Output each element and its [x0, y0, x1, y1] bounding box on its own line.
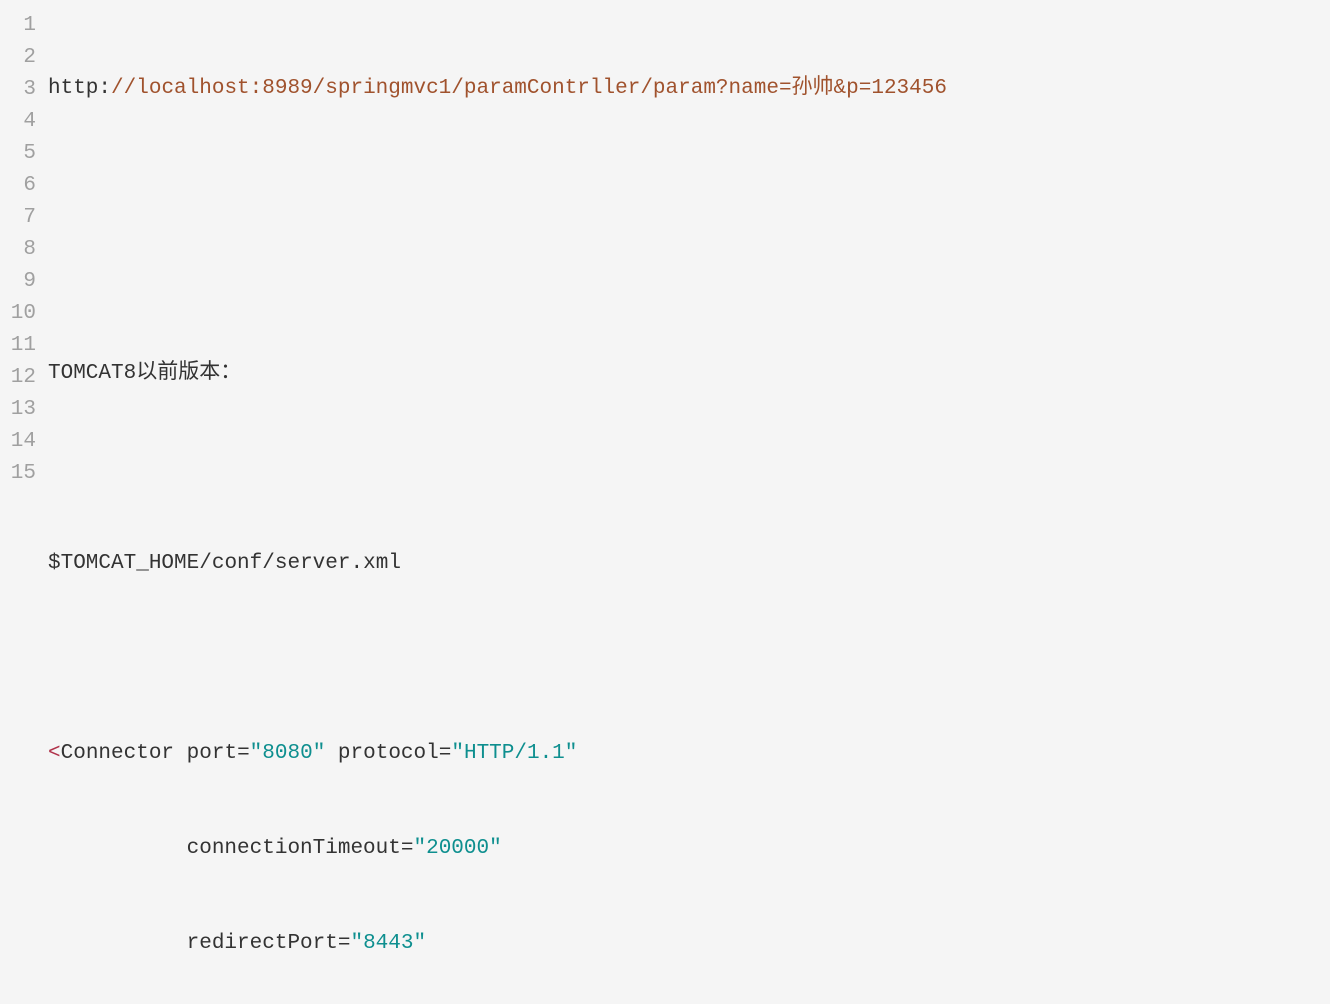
- token-quote: ": [250, 742, 263, 765]
- token-quote: ": [313, 742, 326, 765]
- code-line: [48, 643, 1330, 675]
- token-attr-value: 8443: [363, 932, 413, 955]
- line-number: 2: [0, 42, 36, 74]
- code-line: $TOMCAT_HOME/conf/server.xml: [48, 548, 1330, 580]
- line-number: 3: [0, 74, 36, 106]
- token-attr-name: connectionTimeout: [187, 837, 401, 860]
- line-number: 4: [0, 106, 36, 138]
- code-line: [48, 263, 1330, 295]
- token-eq: =: [439, 742, 452, 765]
- token-variable: $TOMCAT_HOME: [48, 552, 199, 575]
- line-number: 7: [0, 202, 36, 234]
- line-number: 1: [0, 10, 36, 42]
- token-eq: =: [237, 742, 250, 765]
- token-attr-name: redirectPort: [187, 932, 338, 955]
- token-quote: ": [451, 742, 464, 765]
- token-quote: ": [489, 837, 502, 860]
- line-number: 10: [0, 298, 36, 330]
- code-line: connectionTimeout="20000": [48, 833, 1330, 865]
- line-number: 12: [0, 362, 36, 394]
- token-colon: :: [98, 77, 111, 100]
- line-number: 6: [0, 170, 36, 202]
- line-number: 14: [0, 426, 36, 458]
- line-number: 9: [0, 266, 36, 298]
- token-attr-value: 8080: [262, 742, 312, 765]
- token-dot: .: [351, 552, 364, 575]
- token-indent: [48, 932, 187, 955]
- token-attr-name: protocol: [338, 742, 439, 765]
- line-number: 15: [0, 458, 36, 490]
- token-space: [325, 742, 338, 765]
- line-number: 5: [0, 138, 36, 170]
- token-quote: ": [413, 837, 426, 860]
- code-line: redirectPort="8443": [48, 928, 1330, 960]
- code-line: [48, 453, 1330, 485]
- token-scheme: http: [48, 77, 98, 100]
- token-attr-value: HTTP/1.1: [464, 742, 565, 765]
- token-quote: ": [350, 932, 363, 955]
- token-space: [174, 742, 187, 765]
- token-eq: =: [338, 932, 351, 955]
- code-line: <Connector port="8080" protocol="HTTP/1.…: [48, 738, 1330, 770]
- line-number-gutter: 1 2 3 4 5 6 7 8 9 10 11 12 13 14 15: [0, 10, 48, 1004]
- token-path-seg: conf: [212, 552, 262, 575]
- line-number: 13: [0, 394, 36, 426]
- token-url-path: //localhost:8989/springmvc1/paramContrll…: [111, 77, 947, 100]
- token-eq: =: [401, 837, 414, 860]
- token-path-seg: server: [275, 552, 351, 575]
- token-text: TOMCAT8以前版本：: [48, 362, 241, 385]
- code-content: http://localhost:8989/springmvc1/paramCo…: [48, 10, 1330, 1004]
- token-indent: [48, 837, 187, 860]
- token-sep: /: [199, 552, 212, 575]
- token-attr-name: port: [187, 742, 237, 765]
- token-sep: /: [262, 552, 275, 575]
- token-tag-open: <: [48, 742, 61, 765]
- line-number: 11: [0, 330, 36, 362]
- token-attr-value: 20000: [426, 837, 489, 860]
- code-line: http://localhost:8989/springmvc1/paramCo…: [48, 73, 1330, 105]
- line-number: 8: [0, 234, 36, 266]
- token-tag-name: Connector: [61, 742, 174, 765]
- token-ext: xml: [363, 552, 401, 575]
- code-line: [48, 168, 1330, 200]
- code-line: TOMCAT8以前版本：: [48, 358, 1330, 390]
- token-quote: ": [565, 742, 578, 765]
- token-quote: ": [414, 932, 427, 955]
- code-block: 1 2 3 4 5 6 7 8 9 10 11 12 13 14 15 http…: [0, 0, 1330, 1004]
